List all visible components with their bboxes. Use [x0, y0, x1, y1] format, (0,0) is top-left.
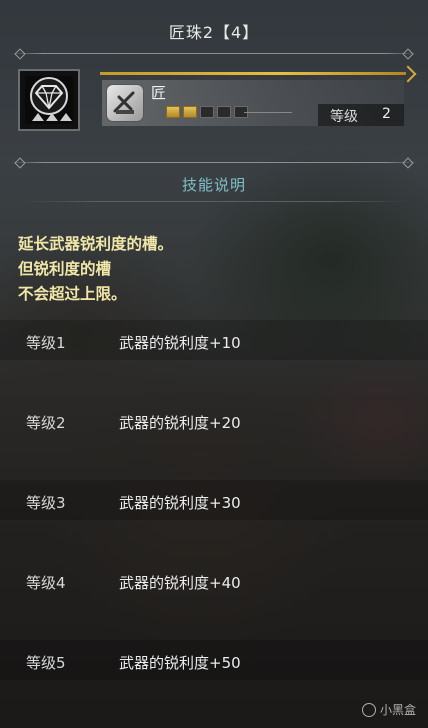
level-name: 等级4 [26, 574, 66, 592]
skill-level-slots [166, 106, 248, 118]
heybox-logo-icon [361, 702, 376, 717]
description-line: 但锐利度的槽 [18, 260, 112, 278]
skill-slot [166, 106, 180, 118]
level-row: 等级3 武器的锐利度+30 [0, 480, 428, 520]
level-row: 等级5 武器的锐利度+50 [0, 640, 428, 680]
section-underline [20, 201, 408, 202]
watermark: 小黑盒 [361, 701, 416, 718]
level-effect: 武器的锐利度+20 [119, 414, 241, 432]
level-name: 等级1 [26, 334, 66, 352]
level-row: 等级1 武器的锐利度+10 [0, 320, 428, 360]
decoration-slot[interactable] [18, 69, 80, 131]
diamond-jewel-icon [25, 76, 73, 124]
skill-name: 匠 [151, 84, 167, 102]
level-name: 等级5 [26, 654, 66, 672]
level-label: 等级 [330, 109, 358, 125]
section-title: 技能说明 [181, 176, 246, 194]
level-row: 等级4 武器的锐利度+40 [0, 560, 428, 600]
level-track [244, 112, 292, 113]
level-row: 等级2 武器的锐利度+20 [0, 400, 428, 440]
watermark-text: 小黑盒 [379, 703, 416, 717]
level-effect: 武器的锐利度+40 [119, 574, 241, 592]
sword-skill-icon [106, 84, 144, 122]
level-effect: 武器的锐利度+10 [119, 334, 241, 352]
header-divider [10, 53, 418, 54]
description-line: 延长武器锐利度的槽。 [18, 235, 174, 253]
skill-slot [217, 106, 231, 118]
section-divider [10, 162, 418, 163]
page-title: 匠珠2【4】 [168, 23, 260, 42]
title-accent-bar [100, 72, 406, 75]
level-name: 等级3 [26, 494, 66, 512]
level-name: 等级2 [26, 414, 66, 432]
level-effect: 武器的锐利度+50 [119, 654, 241, 672]
description-line: 不会超过上限。 [18, 285, 127, 303]
skill-slot [183, 106, 197, 118]
skill-description: 延长武器锐利度的槽。 但锐利度的槽 不会超过上限。 [18, 232, 173, 307]
skill-slot [200, 106, 214, 118]
level-effect: 武器的锐利度+30 [119, 494, 241, 512]
level-value: 2 [382, 106, 391, 122]
